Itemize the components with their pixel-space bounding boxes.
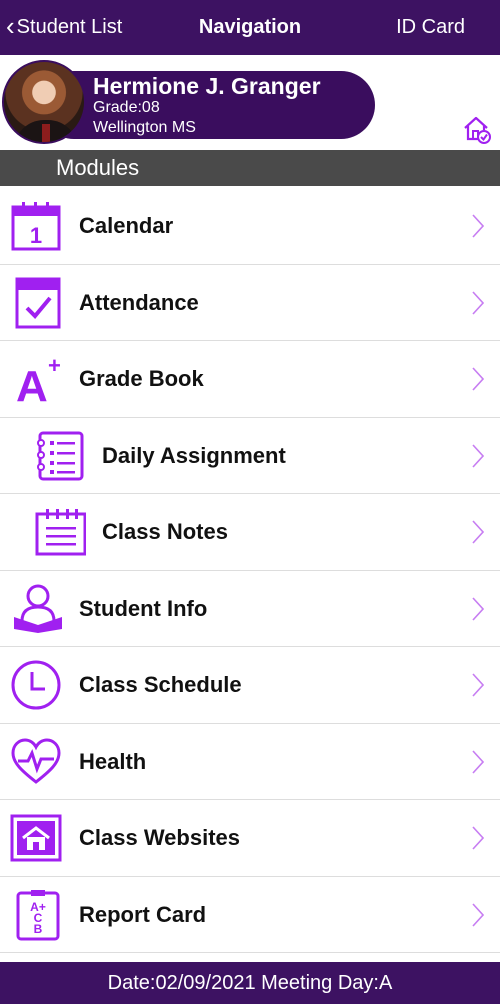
module-item-class-websites[interactable]: Class Websites	[0, 800, 500, 877]
chevron-right-icon	[472, 290, 484, 315]
module-list: 1 Calendar Attendance A + Grade Book Dai…	[0, 188, 500, 953]
module-label: Class Schedule	[79, 672, 242, 697]
student-grade: Grade:08	[93, 99, 160, 116]
module-item-student-info[interactable]: Student Info	[0, 570, 500, 647]
clock-icon	[11, 660, 61, 710]
grade-a-plus-icon: A +	[16, 353, 61, 405]
top-nav-bar: ‹ Student List Navigation ID Card	[0, 0, 500, 55]
module-label: Class Websites	[79, 825, 241, 850]
chevron-right-icon	[472, 520, 484, 544]
student-name: Hermione J. Granger	[93, 73, 321, 99]
modules-section-header: Modules	[0, 150, 500, 186]
back-button[interactable]: ‹ Student List	[6, 0, 122, 55]
attendance-check-icon	[15, 277, 61, 328]
module-item-class-schedule[interactable]: Class Schedule	[0, 647, 500, 724]
chevron-right-icon	[472, 596, 484, 621]
module-label: Daily Assignment	[102, 442, 286, 468]
chevron-left-icon: ‹	[6, 10, 15, 41]
footer-date-text: Date:02/09/2021 Meeting Day:A	[107, 971, 393, 994]
module-item-attendance[interactable]: Attendance	[0, 264, 500, 341]
chevron-right-icon	[472, 214, 484, 238]
module-item-report-card[interactable]: A+ C B Report Card	[0, 876, 500, 953]
module-label: Class Notes	[102, 519, 228, 544]
avatar	[2, 60, 86, 144]
module-item-grade-book[interactable]: A + Grade Book	[0, 341, 500, 418]
chevron-right-icon	[472, 443, 484, 468]
module-item-calendar[interactable]: 1 Calendar	[0, 188, 500, 265]
svg-text:A: A	[16, 362, 48, 405]
module-label: Report Card	[79, 901, 207, 927]
chevron-right-icon	[472, 749, 484, 774]
calendar-icon: 1	[11, 202, 61, 251]
footer-bar: Date:02/09/2021 Meeting Day:A	[0, 962, 500, 1004]
svg-text:1: 1	[30, 223, 42, 248]
assignment-notebook-icon	[37, 431, 84, 480]
module-item-class-notes[interactable]: Class Notes	[0, 494, 500, 571]
heart-pulse-icon	[11, 737, 61, 784]
module-label: Health	[79, 748, 147, 774]
avatar-tie	[42, 124, 50, 142]
student-header: Hermione J. Granger Grade:08 Wellington …	[0, 55, 500, 150]
svg-text:B: B	[34, 922, 43, 936]
id-card-label: ID Card	[396, 16, 465, 38]
chevron-right-icon	[472, 673, 484, 697]
svg-text:+: +	[48, 353, 61, 378]
student-reading-icon	[14, 584, 62, 633]
chevron-right-icon	[472, 367, 484, 391]
report-card-icon: A+ C B	[16, 889, 60, 940]
back-button-label: Student List	[16, 16, 123, 38]
school-website-icon	[10, 814, 62, 862]
page-title: Navigation	[198, 16, 302, 38]
id-card-button[interactable]: ID Card	[396, 0, 465, 55]
student-school: Wellington MS	[93, 119, 196, 136]
chevron-right-icon	[472, 902, 484, 927]
module-label: Student Info	[79, 595, 208, 621]
module-label: Calendar	[79, 213, 174, 238]
module-label: Attendance	[79, 289, 199, 315]
module-item-health[interactable]: Health	[0, 723, 500, 800]
home-check-icon[interactable]	[462, 114, 492, 144]
module-item-daily-assignment[interactable]: Daily Assignment	[0, 417, 500, 494]
chevron-right-icon	[472, 826, 484, 850]
notes-notepad-icon	[35, 509, 86, 556]
module-label: Grade Book	[79, 366, 204, 391]
modules-header-label: Modules	[56, 155, 140, 180]
